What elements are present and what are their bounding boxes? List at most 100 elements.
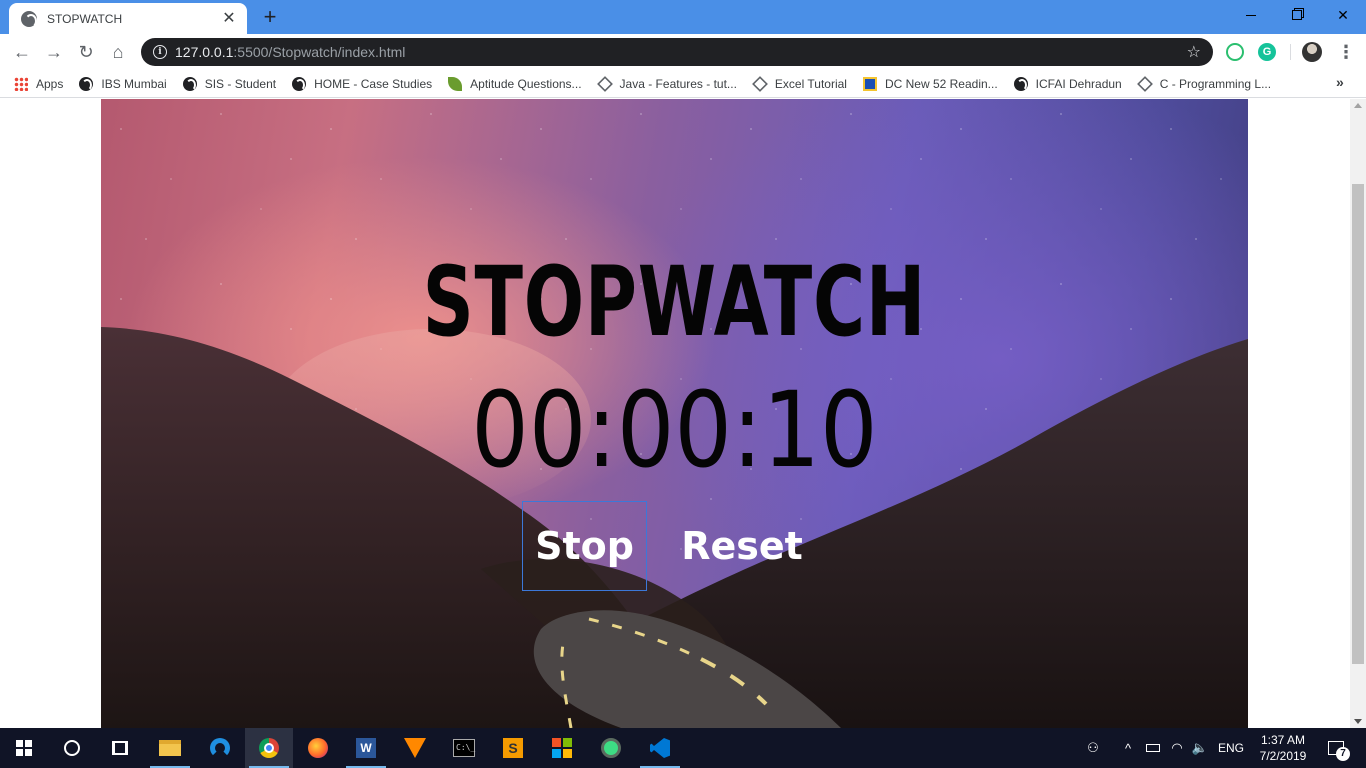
bookmarks-bar: Apps IBS Mumbai SIS - Student HOME - Cas…: [0, 70, 1366, 98]
page-scrollbar[interactable]: [1350, 99, 1366, 728]
diamond-icon: [596, 75, 613, 92]
windows-taskbar: W C:\_ S ⚇ ^ ◠ 🔈 ENG 1:37 AM 7/2/2019 7: [0, 728, 1366, 768]
windows-apps-button[interactable]: [538, 728, 586, 768]
bookmark-icfai-dehradun[interactable]: ICFAI Dehradun: [1013, 76, 1122, 91]
word-button[interactable]: W: [342, 728, 390, 768]
people-icon[interactable]: ⚇: [1078, 728, 1108, 768]
bookmark-label: Apps: [36, 76, 64, 91]
chrome-button[interactable]: [245, 728, 293, 768]
input-language[interactable]: ENG: [1214, 728, 1248, 768]
stop-button[interactable]: Stop: [522, 501, 647, 591]
bookmark-label: Java - Features - tut...: [619, 76, 737, 91]
bookmark-label: Excel Tutorial: [774, 76, 847, 91]
bookmark-dc-new-52[interactable]: DC New 52 Readin...: [862, 76, 998, 91]
windows-logo-icon: [16, 740, 32, 756]
bookmark-star-icon[interactable]: ☆: [1187, 42, 1201, 62]
notification-icon: 7: [1328, 741, 1350, 761]
bookmark-ibs-mumbai[interactable]: IBS Mumbai: [79, 76, 167, 91]
toolbar-divider: [1290, 44, 1291, 60]
firefox-button[interactable]: [294, 728, 342, 768]
url-path: :5500/Stopwatch/index.html: [233, 44, 406, 60]
android-studio-button[interactable]: [587, 728, 635, 768]
minimize-button[interactable]: [1228, 0, 1274, 30]
globe-icon: [182, 76, 197, 91]
edge-icon: [210, 738, 230, 758]
word-icon: W: [356, 738, 376, 758]
windows-apps-icon: [552, 738, 572, 758]
dc-badge-icon: [862, 76, 877, 91]
diamond-icon: [752, 75, 768, 92]
vscode-button[interactable]: [636, 728, 684, 768]
folder-icon: [159, 740, 181, 756]
task-view-button[interactable]: [96, 728, 144, 768]
new-tab-button[interactable]: +: [258, 5, 282, 29]
reset-button[interactable]: Reset: [679, 501, 805, 591]
close-window-button[interactable]: ✕: [1320, 0, 1366, 30]
profile-avatar[interactable]: [1302, 42, 1322, 62]
scroll-thumb[interactable]: [1352, 184, 1364, 664]
url-host: 127.0.0.1: [175, 44, 234, 60]
globe-icon: [79, 76, 94, 91]
bookmark-sis-student[interactable]: SIS - Student: [182, 76, 277, 91]
leaf-icon: [448, 76, 463, 91]
sublime-icon: S: [503, 738, 523, 758]
page-title: STOPWATCH: [422, 246, 927, 358]
vlc-button[interactable]: [391, 728, 439, 768]
minimize-icon: [1246, 14, 1256, 16]
back-button[interactable]: ←: [8, 38, 36, 66]
system-clock[interactable]: 1:37 AM 7/2/2019: [1252, 728, 1314, 768]
firefox-icon: [308, 738, 328, 758]
site-info-icon[interactable]: i: [153, 45, 167, 59]
scroll-down-icon[interactable]: [1354, 719, 1362, 724]
bookmark-label: ICFAI Dehradun: [1035, 76, 1122, 91]
browser-toolbar: ← → ↻ ⌂ i 127.0.0.1 :5500/Stopwatch/inde…: [0, 34, 1366, 70]
restore-button[interactable]: [1274, 0, 1320, 30]
bookmark-home-case-studies[interactable]: HOME - Case Studies: [292, 76, 433, 91]
wifi-icon[interactable]: ◠: [1166, 728, 1188, 768]
timer-display: 00:00:10: [471, 369, 878, 491]
restore-icon: [1292, 10, 1302, 20]
clock-date: 7/2/2019: [1259, 749, 1307, 763]
show-hidden-icons-chevron[interactable]: ^: [1118, 728, 1138, 768]
page-viewport: STOPWATCH 00:00:10 Stop Reset: [0, 99, 1350, 728]
bookmark-label: IBS Mumbai: [101, 76, 167, 91]
bookmark-label: HOME - Case Studies: [314, 76, 433, 91]
battery-button[interactable]: [1142, 728, 1164, 768]
home-button[interactable]: ⌂: [104, 38, 132, 66]
command-prompt-button[interactable]: C:\_: [440, 728, 488, 768]
globe-icon: [292, 76, 307, 91]
reload-button[interactable]: ↻: [72, 38, 100, 66]
cortana-icon: [64, 740, 80, 756]
bookmark-label: Aptitude Questions...: [470, 76, 582, 91]
apps-grid-icon: [14, 76, 28, 91]
bookmarks-overflow-icon[interactable]: »: [1336, 74, 1344, 90]
bookmark-excel-tutorial[interactable]: Excel Tutorial: [752, 75, 847, 92]
clock-time: 1:37 AM: [1260, 733, 1306, 747]
grammarly-g-icon[interactable]: G: [1258, 43, 1276, 61]
android-studio-icon: [601, 738, 621, 758]
start-button[interactable]: [0, 728, 48, 768]
browser-tab[interactable]: STOPWATCH ✕: [9, 3, 247, 34]
forward-button[interactable]: →: [40, 38, 68, 66]
browser-menu-icon[interactable]: ⋮: [1336, 38, 1356, 66]
grammarly-circle-icon[interactable]: [1226, 43, 1244, 61]
bookmark-aptitude-questions[interactable]: Aptitude Questions...: [448, 76, 582, 91]
bookmark-c-programming[interactable]: C - Programming L...: [1136, 75, 1271, 92]
bookmark-java-features[interactable]: Java - Features - tut...: [596, 75, 737, 92]
address-bar[interactable]: i 127.0.0.1 :5500/Stopwatch/index.html ☆: [141, 38, 1213, 66]
cortana-search-button[interactable]: [48, 728, 96, 768]
chrome-icon: [259, 738, 279, 758]
bookmark-label: SIS - Student: [204, 76, 277, 91]
sublime-text-button[interactable]: S: [489, 728, 537, 768]
scroll-up-icon[interactable]: [1354, 103, 1362, 108]
title-bar: STOPWATCH ✕ + ✕: [0, 0, 1366, 34]
terminal-icon: C:\_: [453, 739, 475, 757]
bookmark-apps[interactable]: Apps: [14, 76, 64, 91]
tab-close-icon[interactable]: ✕: [221, 10, 237, 27]
edge-button[interactable]: [196, 728, 244, 768]
volume-icon[interactable]: 🔈: [1188, 728, 1212, 768]
vlc-icon: [404, 738, 426, 758]
notification-count: 7: [1336, 747, 1350, 761]
file-explorer-button[interactable]: [146, 728, 194, 768]
action-center-button[interactable]: 7: [1318, 728, 1354, 768]
